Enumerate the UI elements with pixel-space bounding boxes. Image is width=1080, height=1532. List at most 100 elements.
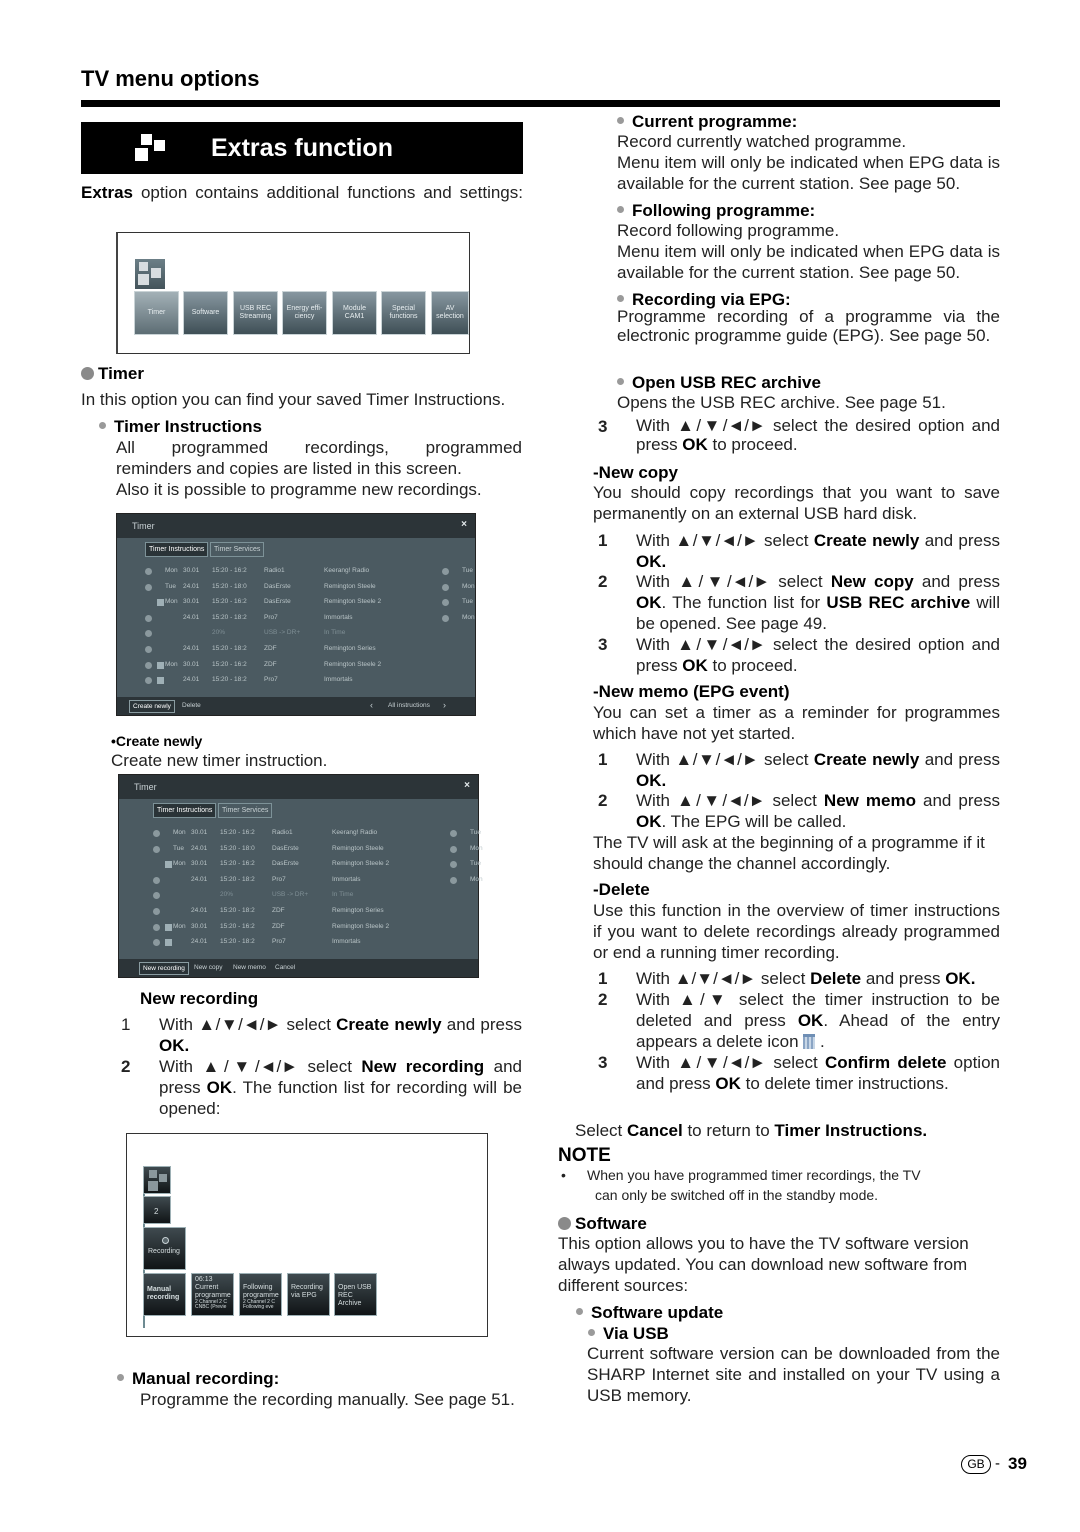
- cancel-button[interactable]: Cancel: [272, 962, 298, 975]
- step-number: 1: [598, 969, 608, 988]
- current-programme-heading: Current programme:: [617, 111, 797, 132]
- tab-timer-services[interactable]: Timer Services: [218, 803, 273, 818]
- banner-title: Extras function: [211, 134, 393, 162]
- heading-text: Current programme:: [632, 112, 798, 131]
- row-time: 15:20 - 16:2: [212, 660, 247, 668]
- manual-recording-heading: Manual recording:: [117, 1368, 279, 1389]
- new-memo-step-2: With ▲/▼/◄/► select New memo and press O…: [636, 790, 1000, 832]
- timer-list-row[interactable]: 24.01 15:20 - 18:2 ZDF Remington Series: [119, 907, 478, 919]
- row-channel: ZDF: [272, 922, 285, 930]
- row-day: Mon: [173, 922, 186, 930]
- following-programme-tile[interactable]: Following programme 2 Channel 2 C Follow…: [239, 1273, 282, 1316]
- row-title: Immortals: [324, 676, 353, 684]
- row-channel: Pro7: [272, 875, 286, 883]
- all-instructions-label: All instructions: [388, 702, 430, 709]
- status-dot-icon: [145, 614, 152, 622]
- step-text: and press: [913, 572, 1000, 591]
- status-dot-icon: [442, 568, 449, 575]
- new-memo-button[interactable]: New memo: [230, 962, 269, 975]
- timer-list-row[interactable]: 20% USB -> DR+ In Time: [119, 891, 478, 903]
- open-usb-archive-tile[interactable]: Open USB REC Archive: [334, 1273, 377, 1316]
- status-dot-icon: [450, 876, 457, 884]
- checkbox-icon: [165, 923, 172, 931]
- row-date: 24.01: [191, 938, 208, 946]
- step-bold: Cancel: [626, 1121, 683, 1140]
- status-dot-icon: [153, 876, 160, 884]
- step-bold: OK: [682, 435, 708, 454]
- timer-list-row[interactable]: Mon 30.01 15:20 - 16:2 DasErste Remington St…: [117, 598, 475, 610]
- menu-tile-module[interactable]: Module CAM1: [332, 291, 377, 335]
- heading-text: Open USB REC archive: [632, 373, 821, 392]
- tab-timer-services[interactable]: Timer Services: [210, 542, 265, 557]
- recording-via-epg-tile[interactable]: Recording via EPG: [287, 1273, 330, 1316]
- status-dot-icon: [145, 630, 152, 638]
- close-icon[interactable]: ×: [464, 780, 470, 791]
- bullet-icon: [117, 1374, 124, 1381]
- step-bold: New recording: [361, 1057, 485, 1076]
- timer-list-row[interactable]: 24.01 15:20 - 18:2 ZDF Remington Series: [117, 645, 475, 657]
- timer-list-row[interactable]: 20% USB -> DR+ In Time: [117, 629, 475, 641]
- menu-tile-usb-rec[interactable]: USB REC Streaming: [233, 291, 278, 335]
- chevron-left-icon[interactable]: ‹: [367, 698, 376, 711]
- step-text: With ▲/▼/◄/► select: [636, 572, 831, 591]
- status-dot-icon: [153, 923, 160, 931]
- timer-list-row[interactable]: Tue 24.01 15:20 - 18:0 DasErste Remington St…: [119, 844, 483, 857]
- via-usb-text: Current software version can be download…: [587, 1344, 1000, 1405]
- new-recording-button[interactable]: New recording: [139, 962, 189, 975]
- row-title: Remington Series: [332, 907, 384, 914]
- status-dot-icon: [145, 568, 152, 575]
- row-day: Tue: [173, 844, 184, 852]
- row-title: Remington Steele 2: [324, 598, 382, 606]
- timer-list-row[interactable]: Mon 30.01 15:20 - 16:2 Radio1 Keerang! Radio…: [119, 829, 481, 841]
- row-date: 30.01: [191, 922, 208, 930]
- create-newly-text: Create new timer instruction.: [111, 751, 328, 770]
- timer-list-row[interactable]: Mon 30.01 15:20 - 16:2 Radio1 Keerang! Radio…: [117, 567, 475, 579]
- menu-tile-special[interactable]: Special functions: [381, 291, 426, 335]
- step-bold: OK.: [159, 1036, 190, 1055]
- tab-timer-instructions[interactable]: Timer Instructions: [145, 542, 209, 557]
- timer-list-row[interactable]: Mon 30.01 15:20 - 16:2 ZDF Remington Steele …: [119, 923, 478, 935]
- manual-recording-tile[interactable]: Manual recording: [143, 1273, 186, 1316]
- extras-menu-icon: [135, 259, 165, 289]
- step-bold: USB REC archive: [826, 593, 971, 612]
- bullet-icon: [81, 367, 94, 380]
- menu-tile-av[interactable]: AV selection: [431, 291, 469, 335]
- menu-tile-timer[interactable]: Timer: [134, 291, 179, 335]
- timer-list-row[interactable]: 24.01 15:20 - 18:2 Pro7 Immortals: [117, 676, 475, 688]
- delete-button[interactable]: Delete: [179, 700, 204, 713]
- step-number: 1: [598, 531, 608, 550]
- heading-text: Following programme:: [632, 201, 816, 220]
- tab-timer-instructions[interactable]: Timer Instructions: [153, 803, 217, 818]
- timer-list-row[interactable]: Mon 30.01 15:20 - 16:2 DasErste Remington St…: [119, 860, 481, 872]
- timer-list-row[interactable]: 24.01 15:20 - 18:2 Pro7 Immortals: [119, 938, 478, 950]
- row-title: Remington Series: [324, 645, 376, 652]
- row-title: Remington Steele 2: [332, 860, 390, 868]
- row-date: 24.01: [183, 582, 200, 590]
- create-newly-button[interactable]: Create newly: [129, 700, 175, 713]
- menu-tile-software[interactable]: Software: [183, 291, 228, 335]
- menu-tile-energy[interactable]: Energy effi-ciency: [282, 291, 327, 335]
- step-number: 2: [598, 990, 608, 1009]
- recording-tile[interactable]: Recording: [143, 1227, 186, 1270]
- timer-list-row[interactable]: 24.01 15:20 - 18:2 Pro7 Immortals Mon: [119, 875, 483, 888]
- close-icon[interactable]: ×: [461, 519, 467, 530]
- status-dot-icon: [153, 892, 160, 900]
- status-dot-icon: [442, 583, 449, 591]
- row-channel: ZDF: [272, 907, 285, 914]
- row-time: 15:20 - 18:0: [220, 844, 255, 852]
- timer-list-row[interactable]: 24.01 15:20 - 18:2 Pro7 Immortals Mon: [117, 614, 475, 626]
- row-date: 24.01: [191, 907, 208, 914]
- new-copy-button[interactable]: New copy: [191, 962, 226, 975]
- timer-list-row[interactable]: Mon 30.01 15:20 - 16:2 ZDF Remington Steele …: [117, 661, 475, 673]
- current-programme-line1: Record currently watched programme.: [617, 132, 907, 151]
- row-channel: DasErste: [264, 598, 291, 606]
- step-bold: OK: [682, 656, 708, 675]
- timer-list-row[interactable]: Tue 24.01 15:20 - 18:0 DasErste Remington St…: [117, 583, 475, 595]
- current-programme-tile[interactable]: 06:13 Current programme 2 Channel 2 C CN…: [191, 1273, 234, 1316]
- status-dot-icon: [442, 614, 449, 622]
- status-dot-icon: [450, 861, 457, 869]
- chevron-right-icon[interactable]: ›: [440, 698, 449, 711]
- manual-recording-heading-text: Manual recording:: [132, 1369, 280, 1388]
- recording-via-epg-text: Programme recording of a programme via t…: [617, 307, 1000, 345]
- step-text: and press: [915, 791, 1000, 810]
